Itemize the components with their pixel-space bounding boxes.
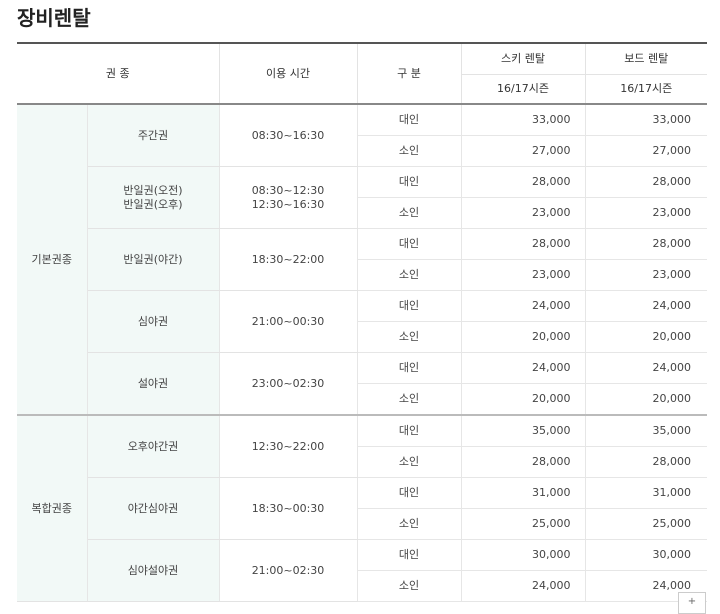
ticket-time: 23:00~02:30 (219, 352, 358, 416)
category-basic: 기본권종 (17, 104, 88, 416)
division-child: 소인 (357, 446, 462, 478)
table-body: 기본권종 주간권 08:30~16:30 대인 33,000 33,000 소인… (17, 104, 707, 602)
ticket-name: 심야권 (87, 290, 220, 353)
table-row: 야간심야권 18:30~00:30 대인 31,000 31,000 (17, 477, 707, 540)
ticket-name: 반일권(오전) 반일권(오후) (87, 166, 220, 229)
ski-price: 31,000 (461, 477, 586, 509)
board-price: 20,000 (585, 321, 707, 353)
board-price: 20,000 (585, 383, 707, 416)
ski-price: 35,000 (461, 415, 586, 447)
division-child: 소인 (357, 197, 462, 229)
ticket-time-line: 08:30~12:30 (251, 183, 325, 197)
scroll-top-button[interactable]: + (678, 592, 706, 614)
ticket-name: 주간권 (87, 104, 220, 167)
header-row: 권 종 이용 시간 구 분 스키 렌탈 보드 렌탈 (17, 43, 707, 105)
division-child: 소인 (357, 321, 462, 353)
ticket-time-line: 12:30~16:30 (251, 197, 325, 211)
table-row: 반일권(야간) 18:30~22:00 대인 28,000 28,000 (17, 228, 707, 291)
ticket-name: 심야설야권 (87, 539, 220, 602)
division-adult: 대인 (357, 228, 462, 260)
header-ski-rental: 스키 렌탈 (461, 43, 586, 75)
header-board-season: 16/17시즌 (585, 74, 707, 105)
ticket-name: 오후야간권 (87, 415, 220, 478)
ticket-time: 12:30~22:00 (219, 415, 358, 478)
board-price: 25,000 (585, 508, 707, 540)
division-adult: 대인 (357, 352, 462, 384)
page-title: 장비렌탈 (17, 6, 91, 30)
ski-price: 20,000 (461, 321, 586, 353)
plus-icon: + (687, 596, 697, 607)
board-price: 28,000 (585, 166, 707, 198)
division-child: 소인 (357, 135, 462, 167)
ticket-name-line: 반일권(오전) (123, 183, 183, 197)
ski-price: 30,000 (461, 539, 586, 571)
ticket-name: 반일권(야간) (87, 228, 220, 291)
board-price: 35,000 (585, 415, 707, 447)
ski-price: 20,000 (461, 383, 586, 416)
table-row: 심야권 21:00~00:30 대인 24,000 24,000 (17, 290, 707, 353)
board-price: 33,000 (585, 104, 707, 136)
division-adult: 대인 (357, 166, 462, 198)
ticket-time: 08:30~16:30 (219, 104, 358, 167)
ski-price: 24,000 (461, 352, 586, 384)
header-division: 구 분 (357, 43, 462, 105)
ticket-time: 18:30~22:00 (219, 228, 358, 291)
ticket-name: 야간심야권 (87, 477, 220, 540)
ski-price: 28,000 (461, 166, 586, 198)
ticket-time: 18:30~00:30 (219, 477, 358, 540)
header-ski-season: 16/17시즌 (461, 74, 586, 105)
board-price: 23,000 (585, 259, 707, 291)
division-child: 소인 (357, 570, 462, 602)
ticket-time: 21:00~00:30 (219, 290, 358, 353)
ski-price: 33,000 (461, 104, 586, 136)
board-price: 23,000 (585, 197, 707, 229)
ski-price: 23,000 (461, 259, 586, 291)
header-ticket-type: 권 종 (17, 43, 220, 105)
division-adult: 대인 (357, 104, 462, 136)
board-price: 24,000 (585, 352, 707, 384)
board-price: 27,000 (585, 135, 707, 167)
ski-price: 24,000 (461, 570, 586, 602)
division-adult: 대인 (357, 415, 462, 447)
ticket-name-line: 반일권(오후) (123, 197, 183, 211)
division-adult: 대인 (357, 290, 462, 322)
division-child: 소인 (357, 259, 462, 291)
division-adult: 대인 (357, 477, 462, 509)
board-price: 31,000 (585, 477, 707, 509)
category-combo: 복합권종 (17, 415, 88, 602)
table-row: 설야권 23:00~02:30 대인 24,000 24,000 (17, 352, 707, 416)
ticket-time: 08:30~12:30 12:30~16:30 (219, 166, 358, 229)
division-child: 소인 (357, 383, 462, 416)
rental-price-table: 권 종 이용 시간 구 분 스키 렌탈 보드 렌탈 16/17시즌 16/17시… (17, 42, 707, 602)
division-child: 소인 (357, 508, 462, 540)
ski-price: 28,000 (461, 446, 586, 478)
table-row: 반일권(오전) 반일권(오후) 08:30~12:30 12:30~16:30 … (17, 166, 707, 229)
table-row: 복합권종 오후야간권 12:30~22:00 대인 35,000 35,000 (17, 415, 707, 602)
board-price: 28,000 (585, 446, 707, 478)
board-price: 28,000 (585, 228, 707, 260)
board-price: 30,000 (585, 539, 707, 571)
header-board-rental: 보드 렌탈 (585, 43, 707, 75)
ski-price: 27,000 (461, 135, 586, 167)
division-adult: 대인 (357, 539, 462, 571)
ski-price: 24,000 (461, 290, 586, 322)
header-usage-time: 이용 시간 (219, 43, 358, 105)
ski-price: 25,000 (461, 508, 586, 540)
ski-price: 23,000 (461, 197, 586, 229)
board-price: 24,000 (585, 290, 707, 322)
table-row: 기본권종 주간권 08:30~16:30 대인 33,000 33,000 (17, 104, 707, 416)
ski-price: 28,000 (461, 228, 586, 260)
table-row: 심야설야권 21:00~02:30 대인 30,000 30,000 (17, 539, 707, 602)
ticket-name: 설야권 (87, 352, 220, 416)
ticket-time: 21:00~02:30 (219, 539, 358, 602)
table-header: 권 종 이용 시간 구 분 스키 렌탈 보드 렌탈 16/17시즌 16/17시… (17, 43, 707, 105)
